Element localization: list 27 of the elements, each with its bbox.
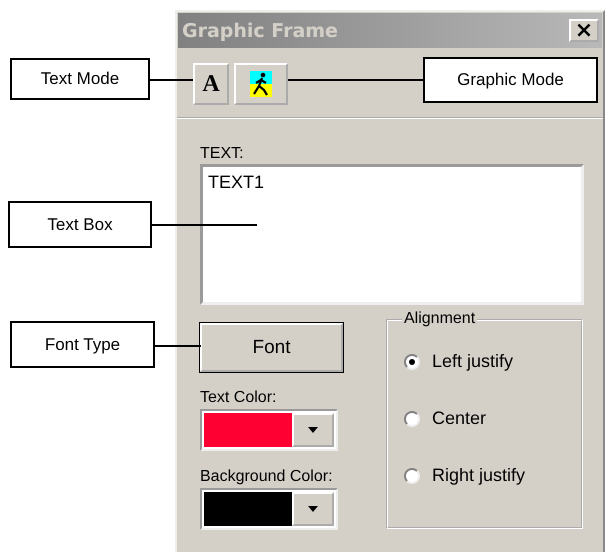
close-button[interactable]: × [569,19,599,42]
window-title: Graphic Frame [182,20,338,42]
color-label: Background Color: [200,468,334,486]
radio-button[interactable] [404,354,420,370]
radio-button[interactable] [404,410,420,426]
text-label: TEXT: [200,145,245,163]
radio-label: Right justify [432,465,526,486]
font-button[interactable]: Font [200,323,343,372]
caret-icon [308,427,318,433]
caret-icon [308,506,318,512]
color-dropdown[interactable] [200,488,338,530]
color-dropdown[interactable] [200,409,338,451]
leader-line [150,79,193,81]
callout-label: Font Type [10,321,155,368]
group-title: Alignment [402,310,478,328]
callout-label: Text Mode [10,58,150,100]
text-input-field[interactable]: TEXT1 [200,164,584,305]
callout-label: Graphic Mode [423,57,598,103]
radio-label: Left justify [432,351,514,372]
callout-label: Text Box [8,201,152,248]
text-mode-button[interactable]: A [193,63,229,105]
radio-label: Center [432,408,486,429]
walking-person-icon [250,71,272,97]
radio-button[interactable] [404,468,420,484]
graphic-mode-button[interactable] [234,63,288,105]
color-label: Text Color: [200,389,278,407]
leader-line [155,345,201,347]
